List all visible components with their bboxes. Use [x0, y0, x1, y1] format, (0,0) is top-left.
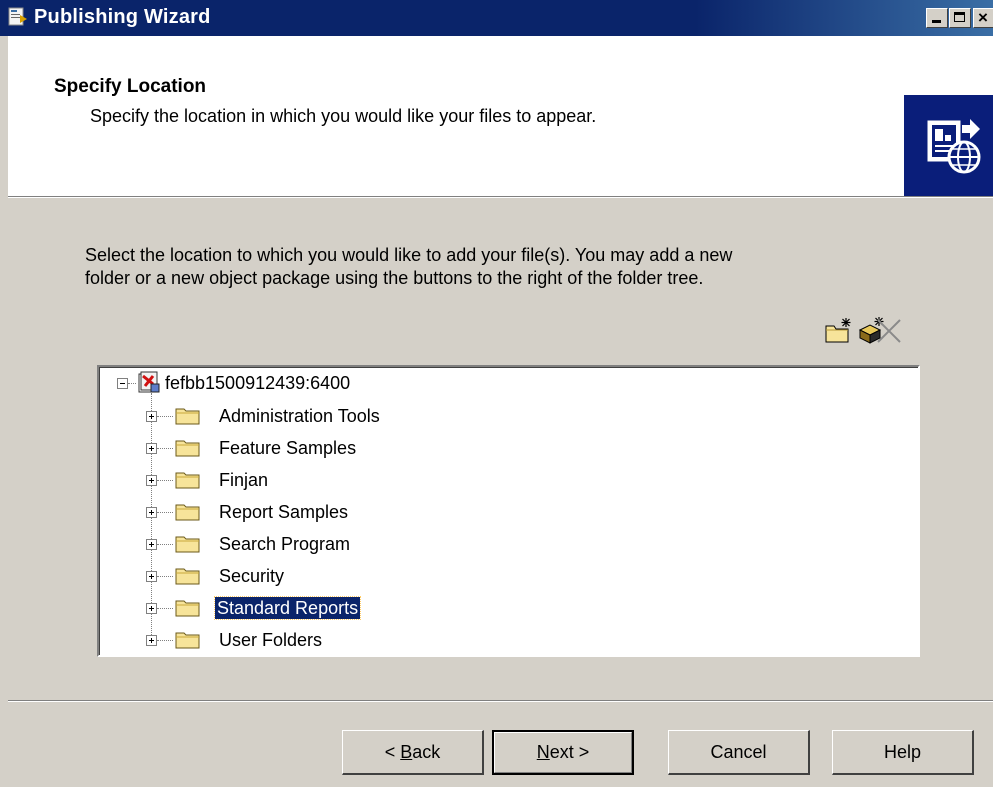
wizard-header: Specify Location Specify the location in… — [8, 36, 993, 196]
expand-icon[interactable] — [146, 635, 157, 646]
instructions-line-2: folder or a new object package using the… — [85, 268, 704, 288]
back-button[interactable]: < Back — [342, 730, 484, 775]
tree-item-label[interactable]: Search Program — [217, 533, 352, 555]
close-button[interactable]: × — [973, 8, 993, 28]
back-button-rest: ack — [412, 742, 441, 762]
minimize-button[interactable] — [926, 8, 948, 28]
header-icon-panel — [904, 95, 993, 196]
tree-connector — [157, 576, 173, 578]
tree-item-label[interactable]: Security — [217, 565, 286, 587]
page-subtitle: Specify the location in which you would … — [90, 106, 597, 126]
folder-icon — [175, 440, 200, 457]
tree-connector — [128, 383, 136, 385]
tree-item-label[interactable]: Finjan — [217, 469, 270, 491]
new-folder-icon[interactable] — [824, 316, 854, 344]
tree-connector — [157, 480, 173, 482]
publish-globe-icon — [927, 119, 981, 174]
folder-tree[interactable]: fefbb1500912439:6400 Administration Tool… — [97, 365, 920, 657]
back-button-mnemonic: B — [400, 742, 413, 762]
tree-connector — [157, 512, 173, 514]
server-icon — [138, 371, 160, 393]
instructions-text: Select the location to which you would l… — [85, 244, 885, 290]
folder-icon — [175, 632, 200, 649]
publishing-wizard-window: Publishing Wizard × Specify Location Spe… — [0, 0, 993, 787]
cancel-button[interactable]: Cancel — [668, 730, 810, 775]
next-button[interactable]: Next > — [492, 730, 634, 775]
tree-connector — [157, 448, 173, 450]
close-icon: × — [978, 8, 988, 27]
header-divider-highlight — [8, 197, 993, 198]
folder-icon — [175, 536, 200, 553]
instructions-line-1: Select the location to which you would l… — [85, 245, 733, 265]
tree-connector — [157, 640, 173, 642]
expand-icon[interactable] — [146, 571, 157, 582]
folder-icon — [175, 600, 200, 617]
expand-icon[interactable] — [146, 475, 157, 486]
folder-icon — [175, 504, 200, 521]
tree-item-label[interactable]: User Folders — [217, 629, 324, 651]
delete-icon[interactable] — [874, 316, 904, 344]
maximize-icon — [954, 12, 965, 22]
tree-root-label[interactable]: fefbb1500912439:6400 — [163, 372, 352, 394]
window-title: Publishing Wizard — [34, 6, 211, 28]
tree-item-label[interactable]: Report Samples — [217, 501, 350, 523]
next-button-default-frame — [494, 732, 632, 773]
help-button[interactable]: Help — [832, 730, 974, 775]
tree-connector — [157, 416, 173, 418]
expand-icon[interactable] — [146, 507, 157, 518]
collapse-root-icon[interactable] — [117, 378, 128, 389]
window-left-edge — [0, 36, 8, 787]
expand-icon[interactable] — [146, 411, 157, 422]
app-icon — [8, 7, 27, 26]
back-button-prefix: < — [384, 742, 401, 762]
page-title: Specify Location — [54, 76, 207, 97]
tree-item-label[interactable]: Standard Reports — [213, 596, 362, 620]
folder-icon — [175, 472, 200, 489]
folder-icon — [175, 408, 200, 425]
expand-icon[interactable] — [146, 539, 157, 550]
folder-icon — [175, 568, 200, 585]
tree-item-label[interactable]: Administration Tools — [217, 405, 382, 427]
expand-icon[interactable] — [146, 443, 157, 454]
tree-item-label[interactable]: Feature Samples — [217, 437, 358, 459]
tree-connector — [157, 544, 173, 546]
maximize-button[interactable] — [949, 8, 971, 28]
expand-icon[interactable] — [146, 603, 157, 614]
title-bar[interactable]: Publishing Wizard × — [0, 0, 993, 36]
minimize-icon — [932, 20, 941, 23]
footer-divider-highlight — [8, 701, 993, 702]
tree-connector — [157, 608, 173, 610]
